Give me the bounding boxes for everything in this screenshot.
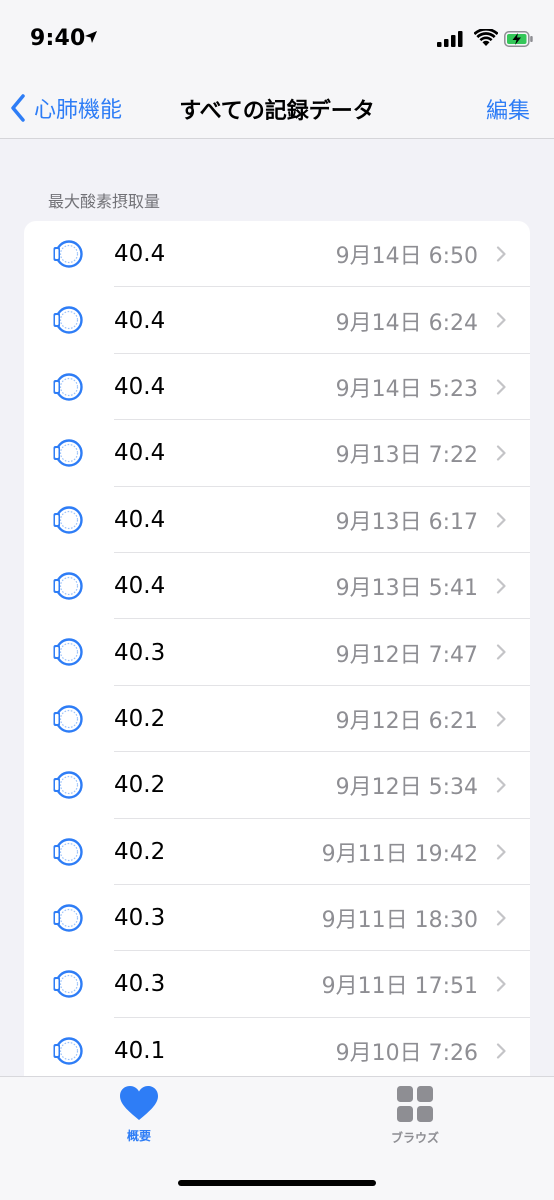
list-item[interactable]: 40.4 9月14日 5:23 bbox=[24, 354, 530, 421]
chevron-right-icon bbox=[496, 578, 506, 594]
record-value: 40.2 bbox=[114, 772, 166, 799]
apple-watch-icon bbox=[53, 373, 83, 401]
chevron-right-icon bbox=[496, 976, 506, 992]
record-value: 40.3 bbox=[114, 905, 166, 932]
chevron-right-icon bbox=[496, 379, 506, 395]
list-item[interactable]: 40.4 9月14日 6:50 bbox=[24, 221, 530, 288]
record-date: 9月13日 6:17 bbox=[335, 509, 478, 535]
status-time: 9:40 bbox=[30, 26, 86, 51]
chevron-right-icon bbox=[496, 843, 506, 860]
grid-icon bbox=[397, 1086, 433, 1122]
chevron-right-icon bbox=[496, 312, 506, 328]
record-date: 9月13日 5:41 bbox=[335, 576, 478, 602]
apple-watch-icon bbox=[53, 1036, 83, 1065]
section-header: 最大酸素摂取量 bbox=[48, 192, 161, 211]
record-date: 9月11日 17:51 bbox=[321, 974, 478, 1000]
tab-browse[interactable]: ブラウズ bbox=[355, 1085, 475, 1146]
home-indicator bbox=[178, 1180, 376, 1186]
list-item[interactable]: 40.4 9月13日 6:17 bbox=[24, 487, 530, 553]
list-item[interactable]: 40.3 9月12日 7:47 bbox=[24, 619, 530, 686]
record-date: 9月14日 6:50 bbox=[335, 244, 478, 270]
chevron-right-icon bbox=[496, 644, 506, 660]
apple-watch-icon bbox=[53, 572, 83, 600]
record-value: 40.3 bbox=[114, 971, 166, 998]
tab-summary[interactable]: 概要 bbox=[79, 1085, 199, 1144]
list-item[interactable]: 40.3 9月11日 17:51 bbox=[24, 951, 530, 1018]
list-item[interactable]: 40.4 9月14日 6:24 bbox=[24, 287, 530, 354]
heart-icon bbox=[120, 1086, 158, 1120]
list-item[interactable]: 40.4 9月13日 7:22 bbox=[24, 420, 530, 487]
chevron-right-icon bbox=[496, 511, 506, 528]
record-date: 9月12日 7:47 bbox=[335, 642, 478, 668]
chevron-right-icon bbox=[496, 777, 506, 793]
chevron-right-icon bbox=[496, 445, 506, 461]
apple-watch-icon bbox=[53, 505, 83, 534]
chevron-right-icon bbox=[496, 711, 506, 727]
record-value: 40.3 bbox=[114, 639, 166, 666]
list-item[interactable]: 40.4 9月13日 5:41 bbox=[24, 553, 530, 620]
record-date: 9月13日 7:22 bbox=[335, 443, 478, 469]
status-bar: 9:40 bbox=[0, 0, 554, 80]
chevron-right-icon bbox=[496, 910, 506, 926]
apple-watch-icon bbox=[53, 771, 83, 799]
apple-watch-icon bbox=[53, 970, 83, 998]
record-date: 9月14日 6:24 bbox=[335, 310, 478, 336]
record-value: 40.4 bbox=[114, 373, 166, 400]
record-date: 9月12日 5:34 bbox=[335, 775, 478, 801]
page-title: すべての記録データ bbox=[179, 99, 375, 124]
apple-watch-icon bbox=[53, 904, 83, 932]
tab-summary-label: 概要 bbox=[126, 1129, 151, 1143]
record-date: 9月11日 19:42 bbox=[321, 841, 478, 867]
records-list: 40.4 9月14日 6:50 40.4 9月14日 6:24 40.4 9月14日 5:… bbox=[24, 221, 530, 1101]
record-value: 40.4 bbox=[114, 241, 166, 268]
record-value: 40.4 bbox=[114, 506, 166, 533]
record-date: 9月12日 6:21 bbox=[335, 708, 478, 734]
list-item[interactable]: 40.2 9月11日 19:42 bbox=[24, 819, 530, 885]
record-value: 40.4 bbox=[114, 307, 166, 334]
record-value: 40.1 bbox=[114, 1037, 166, 1064]
apple-watch-icon bbox=[53, 638, 83, 667]
apple-watch-icon bbox=[53, 240, 83, 268]
list-item[interactable]: 40.2 9月12日 6:21 bbox=[24, 686, 530, 753]
list-item[interactable]: 40.2 9月12日 5:34 bbox=[24, 752, 530, 819]
apple-watch-icon bbox=[53, 837, 83, 866]
location-arrow-icon bbox=[85, 31, 97, 43]
cellular-signal-icon bbox=[437, 31, 463, 47]
edit-button[interactable]: 編集 bbox=[486, 93, 530, 125]
battery-charging-icon bbox=[504, 31, 533, 47]
navigation-bar: 心肺機能 すべての記録データ 編集 bbox=[0, 80, 554, 139]
record-date: 9月10日 7:26 bbox=[335, 1040, 478, 1066]
chevron-right-icon bbox=[496, 1043, 506, 1059]
wifi-icon bbox=[474, 29, 498, 46]
tab-browse-label: ブラウズ bbox=[390, 1131, 439, 1145]
apple-watch-icon bbox=[53, 439, 83, 467]
record-value: 40.4 bbox=[114, 440, 166, 467]
record-value: 40.4 bbox=[114, 573, 166, 600]
apple-watch-icon bbox=[53, 306, 83, 335]
chevron-right-icon bbox=[496, 246, 506, 262]
record-value: 40.2 bbox=[114, 705, 166, 732]
record-date: 9月14日 5:23 bbox=[335, 376, 478, 402]
list-item[interactable]: 40.3 9月11日 18:30 bbox=[24, 885, 530, 952]
list-item[interactable]: 40.1 9月10日 7:26 bbox=[24, 1018, 530, 1085]
record-date: 9月11日 18:30 bbox=[321, 908, 478, 934]
record-value: 40.2 bbox=[114, 838, 166, 865]
apple-watch-icon bbox=[53, 705, 83, 733]
